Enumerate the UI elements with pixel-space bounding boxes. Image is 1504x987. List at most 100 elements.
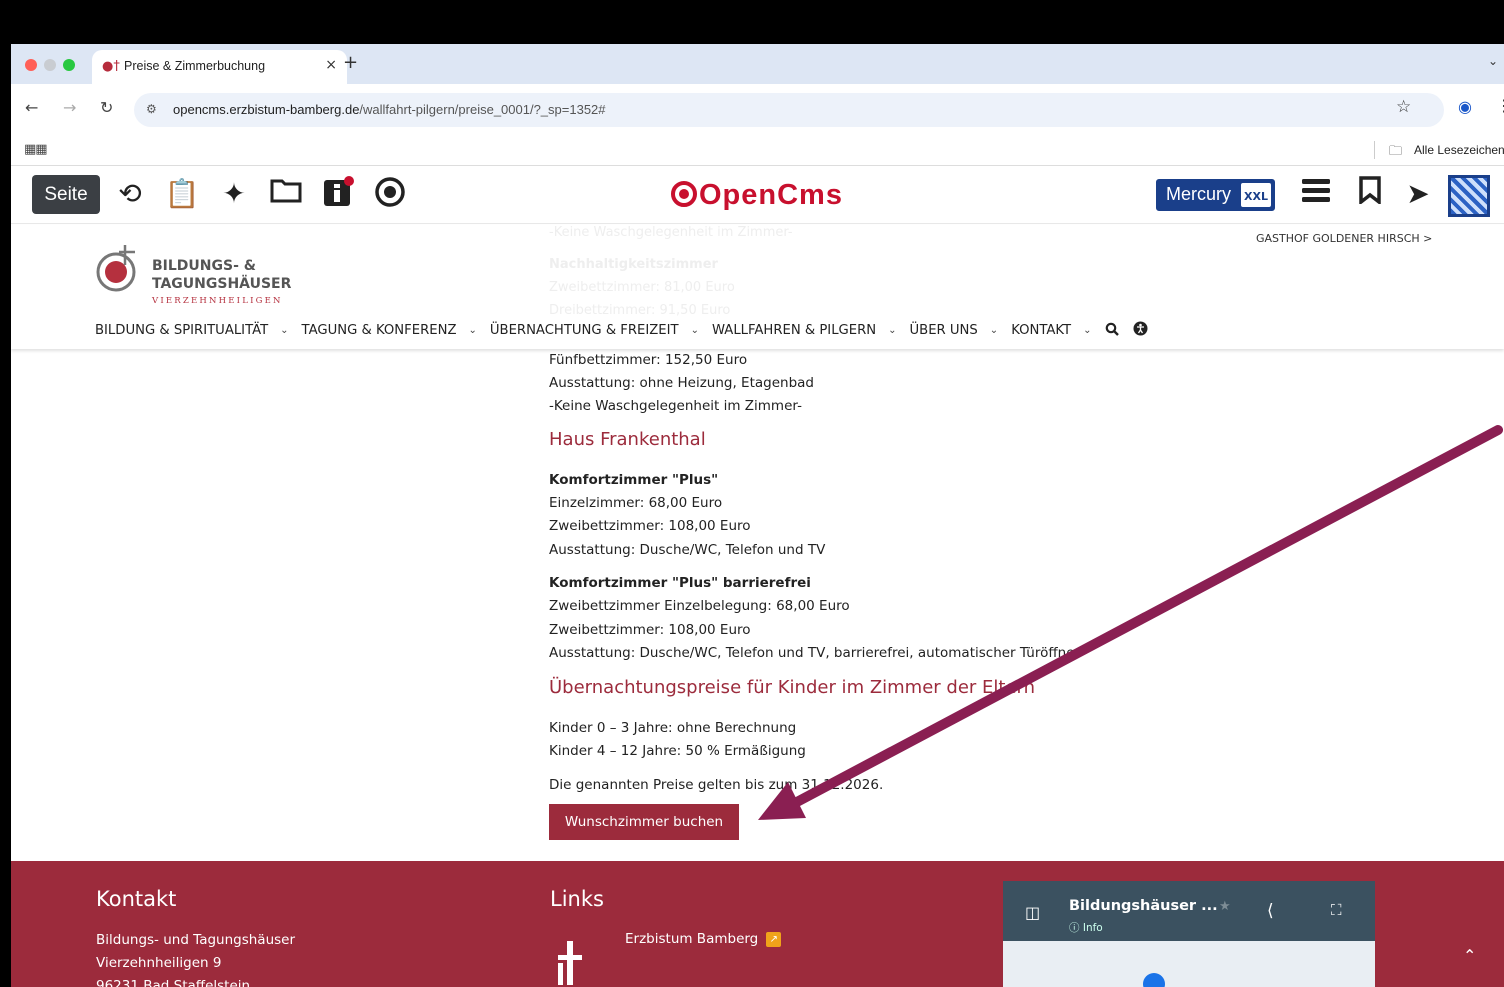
history-icon[interactable]: ⟲ bbox=[112, 176, 148, 212]
profile-avatar-icon[interactable]: ◉ bbox=[1458, 97, 1472, 116]
search-icon[interactable] bbox=[1105, 322, 1120, 340]
price-line: Zweibettzimmer Einzelbelegung: 68,00 Eur… bbox=[549, 598, 850, 614]
chevron-down-icon: ⌄ bbox=[1083, 325, 1092, 336]
scroll-to-top-icon[interactable]: ⌃ bbox=[1463, 946, 1476, 965]
chevron-down-icon: ⌄ bbox=[989, 325, 999, 336]
tab-title: Preise & Zimmerbuchung bbox=[124, 59, 266, 73]
site-logo-icon[interactable] bbox=[95, 243, 145, 293]
scrolled-text-ghost: Nachhaltigkeitszimmer bbox=[549, 257, 718, 272]
map-info-link[interactable]: ⓘ Info bbox=[1069, 920, 1103, 935]
map-sidebar-icon[interactable]: ◫ bbox=[1025, 903, 1040, 922]
footer-address-line: 96231 Bad Staffelstein bbox=[96, 978, 251, 987]
chevron-down-icon: ⌄ bbox=[888, 325, 897, 336]
external-link-icon: ↗ bbox=[766, 932, 782, 947]
embedded-map[interactable]: ◫ Bildungshäuser ... ⓘ Info ★ ⟨ ⛶ bbox=[1003, 881, 1375, 987]
maximize-window-button[interactable] bbox=[63, 59, 75, 71]
nav-item-kontakt[interactable]: KONTAKT ⌄ bbox=[1011, 323, 1104, 338]
price-line: Ausstattung: Dusche/WC, Telefon und TV, … bbox=[549, 645, 1081, 661]
logo-line-2: TAGUNGSHÄUSER bbox=[152, 276, 292, 292]
clipboard-icon[interactable]: 📋 bbox=[164, 176, 200, 212]
nav-item-bildung[interactable]: BILDUNG & SPIRITUALITÄT ⌄ bbox=[95, 323, 302, 338]
back-arrow-icon[interactable]: ← bbox=[25, 98, 38, 117]
rocket-icon[interactable]: ➤ bbox=[1400, 176, 1436, 212]
minimize-window-button[interactable] bbox=[44, 59, 56, 71]
mercury-label: Mercury bbox=[1166, 184, 1232, 204]
folder-icon[interactable] bbox=[268, 176, 304, 212]
price-line: Zweibettzimmer: 108,00 Euro bbox=[549, 622, 751, 638]
site-settings-icon[interactable]: ⚙ bbox=[146, 102, 157, 116]
erzbistum-cross-icon bbox=[558, 941, 582, 985]
map-star-icon[interactable]: ★ bbox=[1219, 899, 1231, 914]
mercury-badge: XXL bbox=[1241, 183, 1271, 207]
price-line: -Keine Waschgelegenheit im Zimmer- bbox=[549, 398, 802, 414]
share-icon[interactable]: ⟨ bbox=[1267, 901, 1274, 921]
validity-note: Die genannten Preise gelten bis zum 31.1… bbox=[549, 777, 884, 793]
footer-link-erzbistum[interactable]: Erzbistum Bamberg ↗ bbox=[625, 931, 782, 947]
room-type-title: Komfortzimmer "Plus" barrierefrei bbox=[549, 575, 811, 591]
book-room-button[interactable]: Wunschzimmer buchen bbox=[549, 804, 739, 840]
close-window-button[interactable] bbox=[25, 59, 37, 71]
browser-toolbar: ← → ↻ ⚙ opencms.erzbistum-bamberg.de/wal… bbox=[11, 84, 1504, 136]
tab-strip: ●† Preise & Zimmerbuchung × + ⌄ bbox=[11, 44, 1504, 84]
bookmarks-divider bbox=[1374, 141, 1375, 159]
nav-item-ueber-uns[interactable]: ÜBER UNS ⌄ bbox=[910, 323, 1012, 338]
footer-kontakt-heading: Kontakt bbox=[96, 887, 177, 911]
bookmark-icon[interactable] bbox=[1352, 176, 1388, 212]
footer-address-line: Vierzehnheiligen 9 bbox=[96, 955, 222, 971]
folder-icon: 🗀 bbox=[1389, 144, 1403, 159]
seite-button[interactable]: Seite bbox=[32, 175, 100, 214]
chevron-down-icon: ⌄ bbox=[468, 325, 477, 336]
map-title[interactable]: Bildungshäuser ... bbox=[1069, 898, 1218, 914]
magic-wand-icon[interactable]: ✦ bbox=[216, 176, 252, 212]
address-bar[interactable]: ⚙ opencms.erzbistum-bamberg.de/wallfahrt… bbox=[134, 93, 1444, 127]
gasthof-link[interactable]: GASTHOF GOLDENER HIRSCH > bbox=[1256, 232, 1432, 245]
opencms-logo-icon bbox=[671, 181, 697, 207]
reload-icon[interactable]: ↻ bbox=[100, 98, 113, 117]
main-navigation: BILDUNG & SPIRITUALITÄT ⌄ TAGUNG & KONFER… bbox=[95, 321, 1148, 340]
info-icon[interactable] bbox=[320, 176, 356, 212]
price-line: Kinder 4 – 12 Jahre: 50 % Ermäßigung bbox=[549, 743, 806, 759]
tab-close-icon[interactable]: × bbox=[325, 57, 337, 73]
price-line: Einzelzimmer: 68,00 Euro bbox=[549, 495, 723, 511]
price-line: Kinder 0 – 3 Jahre: ohne Berechnung bbox=[549, 720, 797, 736]
bookmark-star-icon[interactable]: ☆ bbox=[1396, 97, 1411, 117]
all-bookmarks-link[interactable]: Alle Lesezeichen bbox=[1414, 143, 1504, 157]
price-line: Ausstattung: ohne Heizung, Etagenbad bbox=[549, 375, 814, 391]
site-logo-text[interactable]: BILDUNGS- & TAGUNGSHÄUSER bbox=[152, 257, 291, 293]
price-line: Fünfbettzimmer: 152,50 Euro bbox=[549, 352, 748, 368]
fullscreen-icon[interactable]: ⛶ bbox=[1331, 901, 1342, 919]
nav-item-tagung[interactable]: TAGUNG & KONFERENZ ⌄ bbox=[302, 323, 490, 338]
scrolled-text-ghost: Dreibettzimmer: 91,50 Euro bbox=[549, 303, 731, 318]
nav-item-uebernachtung[interactable]: ÜBERNACHTUNG & FREIZEIT ⌄ bbox=[490, 323, 712, 338]
heading-haus-frankenthal: Haus Frankenthal bbox=[549, 429, 706, 450]
site-footer: Kontakt Bildungs- und Tagungshäuser Vier… bbox=[11, 861, 1504, 987]
browser-window: ●† Preise & Zimmerbuchung × + ⌄ ← → ↻ ⚙ … bbox=[11, 44, 1504, 987]
new-tab-button[interactable]: + bbox=[343, 52, 358, 73]
map-header: ◫ Bildungshäuser ... ⓘ Info ★ ⟨ ⛶ bbox=[1003, 881, 1375, 941]
menu-kebab-icon[interactable]: ⋮ bbox=[1496, 96, 1504, 115]
price-line: Zweibettzimmer: 108,00 Euro bbox=[549, 518, 751, 534]
logo-subtitle: VIERZEHNHEILIGEN bbox=[152, 296, 283, 306]
browser-tab[interactable]: ●† Preise & Zimmerbuchung × bbox=[92, 50, 347, 84]
heading-kinder-preise: Übernachtungspreise für Kinder im Zimmer… bbox=[549, 677, 1036, 698]
target-icon[interactable] bbox=[372, 176, 408, 212]
scrolled-text-ghost: -Keine Waschgelegenheit im Zimmer- bbox=[549, 225, 793, 240]
room-type-title: Komfortzimmer "Plus" bbox=[549, 472, 719, 488]
forward-arrow-icon[interactable]: → bbox=[63, 98, 76, 117]
qr-code-icon[interactable] bbox=[1448, 175, 1490, 217]
nav-item-wallfahren[interactable]: WALLFAHREN & PILGERN ⌄ bbox=[712, 323, 910, 338]
price-line: Ausstattung: Dusche/WC, Telefon und TV bbox=[549, 542, 826, 558]
footer-address-line: Bildungs- und Tagungshäuser bbox=[96, 932, 296, 948]
apps-grid-icon[interactable]: ▦▦ bbox=[24, 142, 48, 157]
opencms-toolbar: Seite ⟲ 📋 ✦ OpenCms Mercury XXL ➤ bbox=[11, 167, 1504, 224]
hamburger-menu-icon[interactable] bbox=[1298, 176, 1334, 212]
tab-search-chevron-icon[interactable]: ⌄ bbox=[1488, 54, 1498, 68]
site-favicon-icon: ●† bbox=[102, 59, 120, 74]
chevron-down-icon: ⌄ bbox=[280, 325, 289, 336]
logo-line-1: BILDUNGS- & bbox=[152, 258, 256, 274]
mercury-template-button[interactable]: Mercury XXL bbox=[1156, 179, 1275, 211]
accessibility-icon[interactable] bbox=[1133, 321, 1148, 340]
scrolled-text-ghost: Zweibettzimmer: 81,00 Euro bbox=[549, 280, 735, 295]
footer-links-heading: Links bbox=[550, 887, 604, 911]
map-pin-icon[interactable] bbox=[1143, 973, 1165, 987]
